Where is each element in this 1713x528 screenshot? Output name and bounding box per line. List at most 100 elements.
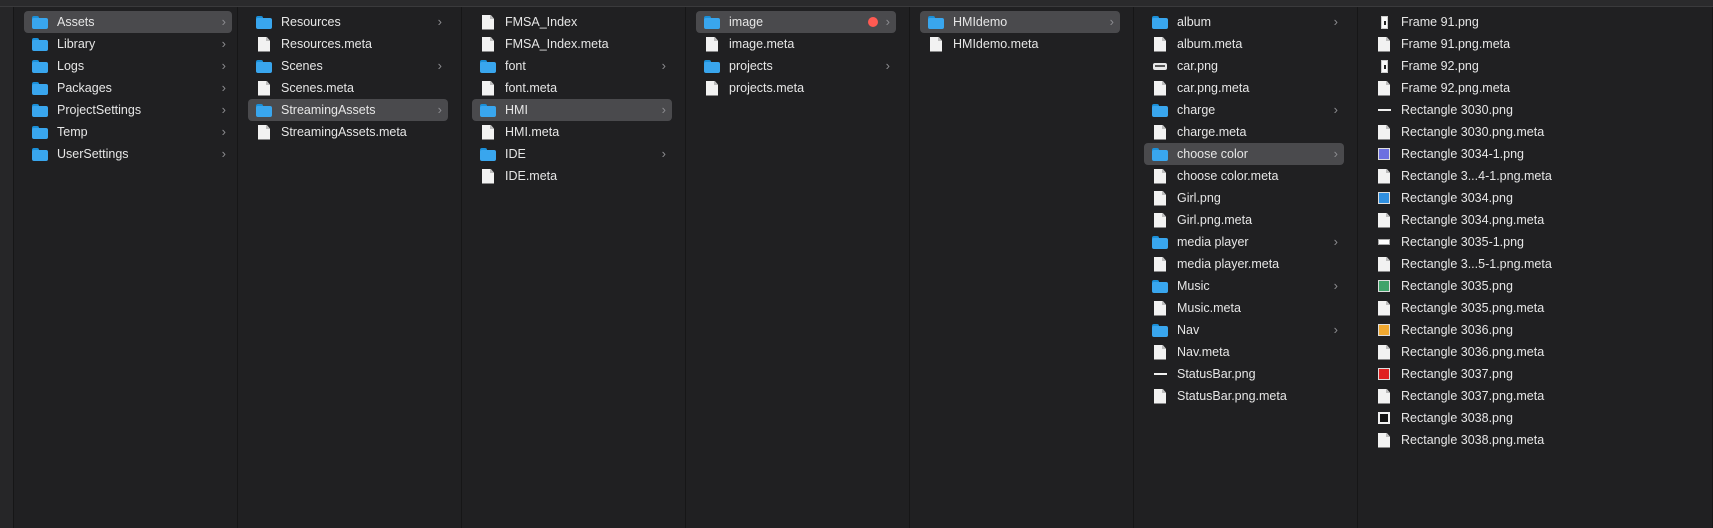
col-project-root[interactable]: Assets › Library › Logs › Packages › ProjectSett… (14, 7, 238, 528)
file-fmsa-index-meta[interactable]: FMSA_Index.meta (472, 33, 672, 55)
folder-hmidemo[interactable]: HMIdemo › (920, 11, 1120, 33)
file-album-meta[interactable]: album.meta (1144, 33, 1344, 55)
document-icon (1376, 36, 1392, 52)
folder-image[interactable]: image › (696, 11, 896, 33)
file-fmsa-index[interactable]: FMSA_Index (472, 11, 672, 33)
folder-nav[interactable]: Nav › (1144, 319, 1344, 341)
col-image[interactable]: HMIdemo › HMIdemo.meta (910, 7, 1134, 528)
file-rectangle-3038-png-meta[interactable]: Rectangle 3038.png.meta (1368, 429, 1573, 451)
folder-album[interactable]: album › (1144, 11, 1344, 33)
folder-hmi[interactable]: HMI › (472, 99, 672, 121)
file-rectangle-3035-png-meta[interactable]: Rectangle 3035.png.meta (1368, 297, 1573, 319)
chevron-right-icon: › (1333, 322, 1338, 337)
file-rectangle-3035-png[interactable]: Rectangle 3035.png (1368, 275, 1573, 297)
folder-usersettings[interactable]: UserSettings › (24, 143, 232, 165)
file-frame-91-png[interactable]: Frame 91.png (1368, 11, 1573, 33)
image-thumbnail-icon (1376, 58, 1392, 74)
file-charge-meta[interactable]: charge.meta (1144, 121, 1344, 143)
file-hmidemo-meta[interactable]: HMIdemo.meta (920, 33, 1120, 55)
chevron-right-icon: › (221, 14, 226, 29)
file-scenes-meta[interactable]: Scenes.meta (248, 77, 448, 99)
file-rectangle-3-5-1-png-meta[interactable]: Rectangle 3...5-1.png.meta (1368, 253, 1573, 275)
file-rectangle-3037-png-meta[interactable]: Rectangle 3037.png.meta (1368, 385, 1573, 407)
col-assets[interactable]: Resources › Resources.meta Scenes › Scenes.me… (238, 7, 462, 528)
document-icon (1376, 256, 1392, 272)
file-statusbar-png-meta[interactable]: StatusBar.png.meta (1144, 385, 1344, 407)
folder-logs[interactable]: Logs › (24, 55, 232, 77)
file-statusbar-png[interactable]: StatusBar.png (1144, 363, 1344, 385)
folder-projects[interactable]: projects › (696, 55, 896, 77)
file-rectangle-3038-png[interactable]: Rectangle 3038.png (1368, 407, 1573, 429)
item-label: Library (57, 37, 96, 51)
item-label: Rectangle 3036.png.meta (1401, 345, 1545, 359)
item-label: Frame 92.png (1401, 59, 1479, 73)
folder-music[interactable]: Music › (1144, 275, 1344, 297)
file-nav-meta[interactable]: Nav.meta (1144, 341, 1344, 363)
chevron-right-icon: › (1333, 234, 1338, 249)
col-hmi[interactable]: image › image.meta projects › projects.meta (686, 7, 910, 528)
chevron-right-icon: › (1333, 14, 1338, 29)
item-label: Rectangle 3035-1.png (1401, 235, 1525, 249)
file-car-png[interactable]: car.png (1144, 55, 1344, 77)
document-icon (1152, 124, 1168, 140)
file-rectangle-3036-png[interactable]: Rectangle 3036.png (1368, 319, 1573, 341)
col-choose-color[interactable]: Frame 91.png Frame 91.png.meta Frame 92.pn… (1358, 7, 1713, 528)
col-streaming-assets[interactable]: FMSA_Index FMSA_Index.meta font › font.meta H… (462, 7, 686, 528)
file-frame-92-png-meta[interactable]: Frame 92.png.meta (1368, 77, 1573, 99)
folder-icon (704, 58, 720, 74)
folder-choose-color[interactable]: choose color › (1144, 143, 1344, 165)
item-label: Rectangle 3035.png.meta (1401, 301, 1545, 315)
file-font-meta[interactable]: font.meta (472, 77, 672, 99)
file-frame-92-png[interactable]: Frame 92.png (1368, 55, 1573, 77)
folder-icon (704, 14, 720, 30)
file-projects-meta[interactable]: projects.meta (696, 77, 896, 99)
item-label: car.png (1177, 59, 1219, 73)
file-resources-meta[interactable]: Resources.meta (248, 33, 448, 55)
document-icon (704, 36, 720, 52)
file-girl-png-meta[interactable]: Girl.png.meta (1144, 209, 1344, 231)
folder-projectsettings[interactable]: ProjectSettings › (24, 99, 232, 121)
folder-library[interactable]: Library › (24, 33, 232, 55)
folder-media-player[interactable]: media player › (1144, 231, 1344, 253)
folder-icon (256, 58, 272, 74)
folder-assets[interactable]: Assets › (24, 11, 232, 33)
file-image-meta[interactable]: image.meta (696, 33, 896, 55)
document-icon (1152, 344, 1168, 360)
folder-temp[interactable]: Temp › (24, 121, 232, 143)
col-hmidemo[interactable]: album › album.meta car.png car.png.meta charg… (1134, 7, 1358, 528)
file-rectangle-3030-png-meta[interactable]: Rectangle 3030.png.meta (1368, 121, 1573, 143)
folder-charge[interactable]: charge › (1144, 99, 1344, 121)
file-streamingassets-meta[interactable]: StreamingAssets.meta (248, 121, 448, 143)
folder-ide[interactable]: IDE › (472, 143, 672, 165)
file-rectangle-3030-png[interactable]: Rectangle 3030.png (1368, 99, 1573, 121)
item-label: Nav.meta (1177, 345, 1230, 359)
document-icon (480, 36, 496, 52)
folder-icon (32, 58, 48, 74)
file-rectangle-3-4-1-png-meta[interactable]: Rectangle 3...4-1.png.meta (1368, 165, 1573, 187)
file-rectangle-3034-png-meta[interactable]: Rectangle 3034.png.meta (1368, 209, 1573, 231)
file-rectangle-3034-1-png[interactable]: Rectangle 3034-1.png (1368, 143, 1573, 165)
folder-icon (1152, 322, 1168, 338)
folder-icon (1152, 102, 1168, 118)
document-icon (480, 124, 496, 140)
document-icon (1376, 80, 1392, 96)
file-car-png-meta[interactable]: car.png.meta (1144, 77, 1344, 99)
file-media-player-meta[interactable]: media player.meta (1144, 253, 1344, 275)
file-rectangle-3036-png-meta[interactable]: Rectangle 3036.png.meta (1368, 341, 1573, 363)
folder-font[interactable]: font › (472, 55, 672, 77)
folder-packages[interactable]: Packages › (24, 77, 232, 99)
folder-icon (256, 14, 272, 30)
file-frame-91-png-meta[interactable]: Frame 91.png.meta (1368, 33, 1573, 55)
file-rectangle-3034-png[interactable]: Rectangle 3034.png (1368, 187, 1573, 209)
file-ide-meta[interactable]: IDE.meta (472, 165, 672, 187)
file-hmi-meta[interactable]: HMI.meta (472, 121, 672, 143)
folder-scenes[interactable]: Scenes › (248, 55, 448, 77)
item-label: Girl.png (1177, 191, 1221, 205)
folder-streamingassets[interactable]: StreamingAssets › (248, 99, 448, 121)
file-rectangle-3035-1-png[interactable]: Rectangle 3035-1.png (1368, 231, 1573, 253)
file-girl-png[interactable]: Girl.png (1144, 187, 1344, 209)
file-music-meta[interactable]: Music.meta (1144, 297, 1344, 319)
file-rectangle-3037-png[interactable]: Rectangle 3037.png (1368, 363, 1573, 385)
file-choose-color-meta[interactable]: choose color.meta (1144, 165, 1344, 187)
folder-resources[interactable]: Resources › (248, 11, 448, 33)
